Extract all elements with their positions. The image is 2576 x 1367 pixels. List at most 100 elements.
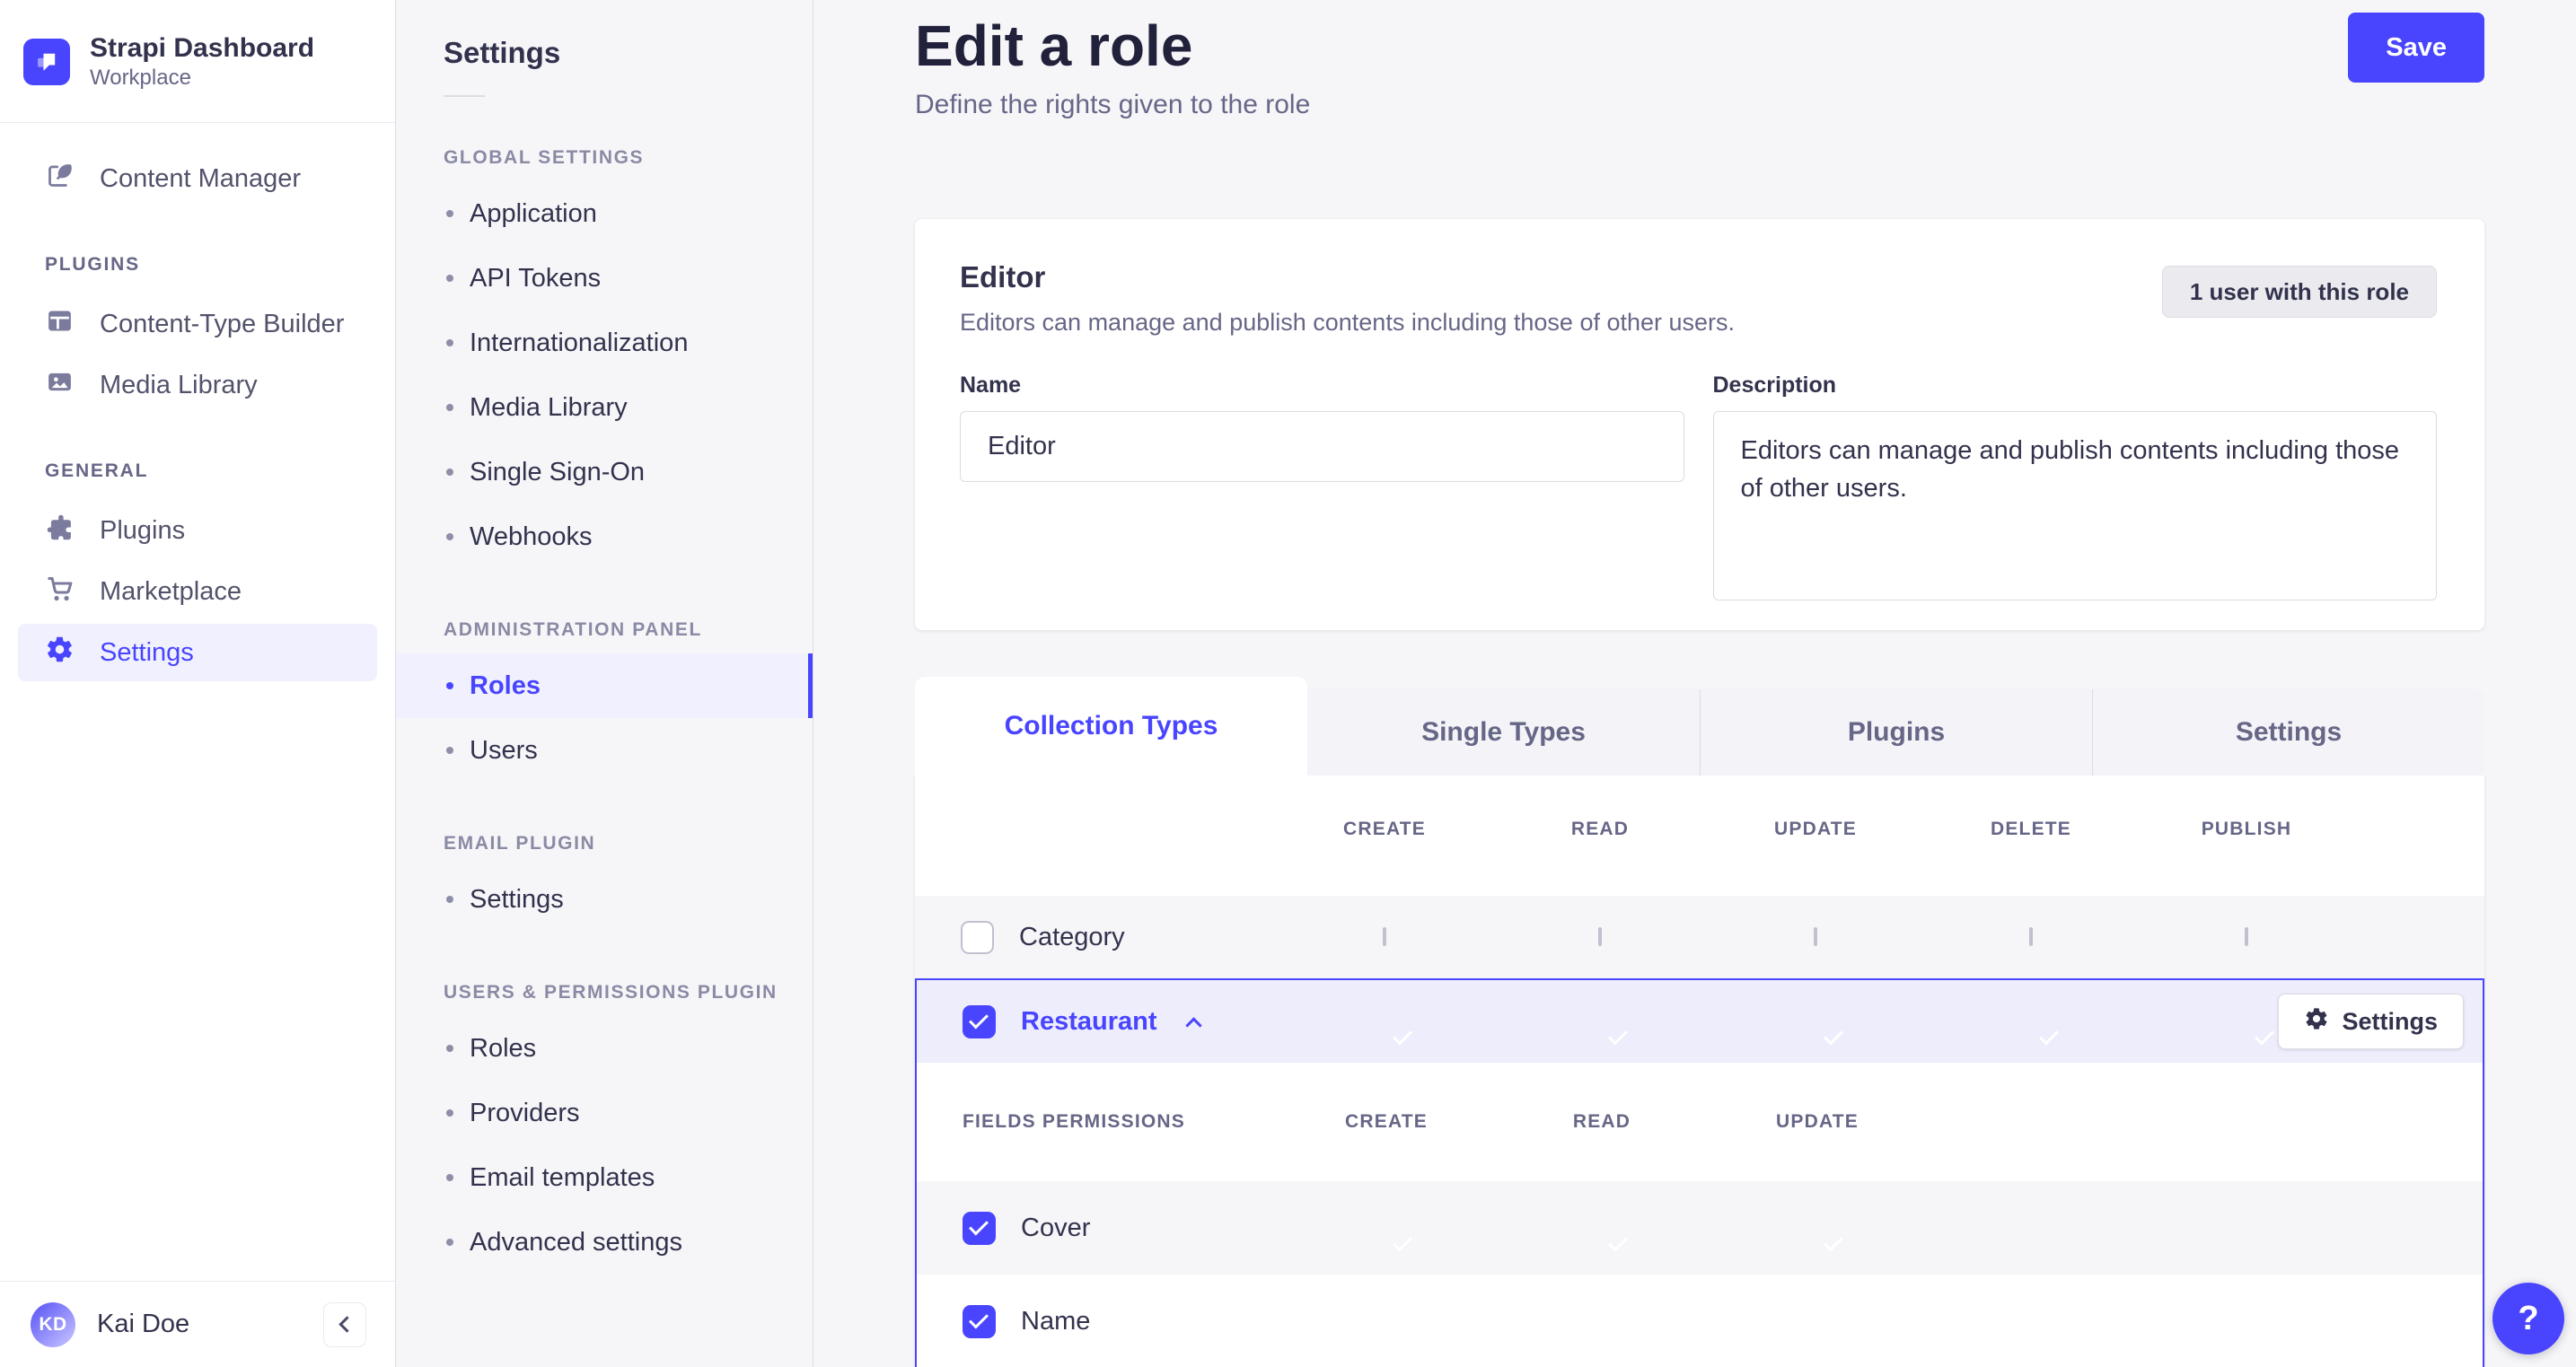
role-form-fields: Name Description Editors can manage and … <box>960 372 2437 605</box>
row-label: Name <box>1021 1306 1091 1336</box>
category-update-checkbox[interactable] <box>1814 927 1817 946</box>
category-delete-checkbox[interactable] <box>2029 927 2033 946</box>
table-row-category: Category <box>915 896 2484 978</box>
tab-collection-types[interactable]: Collection Types <box>915 677 1307 776</box>
workspace-switcher[interactable]: Strapi Dashboard Workplace <box>0 0 395 123</box>
subnav-item-email-settings[interactable]: Settings <box>396 867 813 932</box>
tab-settings[interactable]: Settings <box>2092 689 2484 776</box>
shopping-cart-icon <box>45 574 75 610</box>
subnav-item-label: Media Library <box>470 392 628 422</box>
description-field-group: Description Editors can manage and publi… <box>1712 372 2437 605</box>
avatar: KD <box>31 1301 75 1347</box>
fields-permissions-header: FIELDS PERMISSIONS CREATE READ UPDATE <box>917 1063 2483 1181</box>
settings-subnav: Settings GLOBAL SETTINGS Application API… <box>396 0 813 1367</box>
fields-column-create: CREATE <box>1345 1111 1428 1132</box>
puzzle-icon <box>45 513 75 549</box>
column-header-delete: DELETE <box>1990 819 2072 839</box>
column-labels-row: CREATE READ UPDATE DELETE PUBLISH <box>915 819 2484 840</box>
category-read-checkbox[interactable] <box>1598 927 1602 946</box>
collapse-sidebar-button[interactable] <box>323 1301 366 1347</box>
page-subtitle: Define the rights given to the role <box>915 90 1311 119</box>
subnav-item-label: Internationalization <box>470 328 689 357</box>
role-card-heading: Editor Editors can manage and publish co… <box>960 260 1735 337</box>
main-nav: Content Manager PLUGINS Content-Type Bui… <box>0 123 395 681</box>
restaurant-settings-button[interactable]: Settings <box>2278 994 2464 1049</box>
page-header: Edit a role Define the rights given to t… <box>915 13 2484 120</box>
page-title: Edit a role <box>915 13 1193 78</box>
row-label[interactable]: Category <box>1019 923 1125 952</box>
restaurant-row-checkbox[interactable] <box>963 1004 996 1038</box>
tab-single-types[interactable]: Single Types <box>1307 689 1700 776</box>
user-name: Kai Doe <box>97 1310 190 1338</box>
subnav-item-up-roles[interactable]: Roles <box>396 1016 813 1081</box>
name-field-group: Name <box>960 372 1684 605</box>
restaurant-row-toggle[interactable]: Restaurant <box>1021 1007 1157 1037</box>
subnav-item-up-email-templates[interactable]: Email templates <box>396 1145 813 1210</box>
table-row-restaurant: Restaurant Settings <box>917 980 2483 1063</box>
name-row-checkbox[interactable] <box>963 1304 996 1338</box>
column-header-update: UPDATE <box>1774 819 1857 839</box>
help-button[interactable]: ? <box>2492 1283 2564 1354</box>
sidebar-item-settings[interactable]: Settings <box>18 624 377 681</box>
subnav-item-admin-roles[interactable]: Roles <box>396 653 813 718</box>
subnav-item-admin-users[interactable]: Users <box>396 718 813 783</box>
subnav-item-single-sign-on[interactable]: Single Sign-On <box>396 440 813 504</box>
category-row-checkbox[interactable] <box>961 920 994 954</box>
subnav-item-up-providers[interactable]: Providers <box>396 1081 813 1145</box>
tab-plugins[interactable]: Plugins <box>1700 689 2092 776</box>
fields-column-read: READ <box>1572 1111 1631 1132</box>
subnav-item-internationalization[interactable]: Internationalization <box>396 311 813 375</box>
sidebar-item-marketplace[interactable]: Marketplace <box>18 563 377 620</box>
subnav-item-webhooks[interactable]: Webhooks <box>396 504 813 569</box>
category-publish-checkbox[interactable] <box>2245 927 2248 946</box>
cover-row-checkbox[interactable] <box>963 1211 996 1245</box>
subnav-section-administration-panel: ADMINISTRATION PANEL <box>444 619 702 640</box>
category-create-checkbox[interactable] <box>1383 927 1386 946</box>
main-content: Edit a role Define the rights given to t… <box>813 0 2576 1367</box>
sidebar-section-general: GENERAL <box>45 460 149 481</box>
sidebar-item-content-manager[interactable]: Content Manager <box>18 150 377 207</box>
subnav-section-email-plugin: EMAIL PLUGIN <box>444 833 596 854</box>
row-label: Cover <box>1021 1213 1091 1242</box>
sidebar-item-media-library[interactable]: Media Library <box>18 356 377 414</box>
brand-text: Strapi Dashboard Workplace <box>90 32 314 92</box>
subnav-item-media-library[interactable]: Media Library <box>396 375 813 440</box>
brand-workspace: Workplace <box>90 66 191 90</box>
role-card-top: Editor Editors can manage and publish co… <box>960 260 2437 337</box>
permissions-table-header: CREATE READ UPDATE DELETE PUBLISH <box>915 776 2484 896</box>
subnav-item-label: Webhooks <box>470 521 593 551</box>
description-field[interactable]: Editors can manage and publish contents … <box>1712 411 2437 600</box>
subnav-item-label: Email templates <box>470 1162 655 1192</box>
sidebar-item-label: Media Library <box>100 370 258 399</box>
column-header-read: READ <box>1570 819 1630 839</box>
sidebar-item-label: Plugins <box>100 515 186 545</box>
fields-permissions-title: FIELDS PERMISSIONS <box>963 1111 1185 1132</box>
settings-button-label: Settings <box>2342 1007 2438 1035</box>
restaurant-expanded-section: Restaurant Settings FIELDS PERMISSIONS C… <box>915 978 2484 1367</box>
fields-column-update: UPDATE <box>1776 1111 1859 1132</box>
subnav-item-label: Settings <box>470 884 564 914</box>
sidebar-item-label: Content Manager <box>100 163 302 193</box>
role-description-text: Editors can manage and publish contents … <box>960 309 1736 336</box>
user-row[interactable]: KD Kai Doe <box>0 1281 395 1367</box>
permissions-table: CREATE READ UPDATE DELETE PUBLISH Catego… <box>915 776 2484 1367</box>
subnav-item-up-advanced-settings[interactable]: Advanced settings <box>396 1210 813 1275</box>
sidebar-item-plugins[interactable]: Plugins <box>18 502 377 559</box>
sidebar-item-content-type-builder[interactable]: Content-Type Builder <box>18 295 377 353</box>
subnav-item-api-tokens[interactable]: API Tokens <box>396 246 813 311</box>
users-with-role-button[interactable]: 1 user with this role <box>2161 266 2437 318</box>
subnav-item-label: Advanced settings <box>470 1227 682 1257</box>
save-button[interactable]: Save <box>2348 13 2484 83</box>
sidebar-item-label: Settings <box>100 637 194 667</box>
name-field-label: Name <box>960 372 1022 398</box>
column-header-create: CREATE <box>1343 819 1426 839</box>
subnav-item-application[interactable]: Application <box>396 181 813 246</box>
main-sidebar: Strapi Dashboard Workplace Content Manag… <box>0 0 396 1367</box>
subnav-item-label: Application <box>470 198 597 228</box>
role-name-heading: Editor <box>960 260 1046 294</box>
sidebar-section-plugins: PLUGINS <box>45 254 140 275</box>
name-field[interactable] <box>960 411 1684 482</box>
divider <box>444 95 485 97</box>
chevron-up-icon[interactable] <box>1184 1016 1202 1034</box>
table-row-name: Name <box>917 1275 2483 1367</box>
